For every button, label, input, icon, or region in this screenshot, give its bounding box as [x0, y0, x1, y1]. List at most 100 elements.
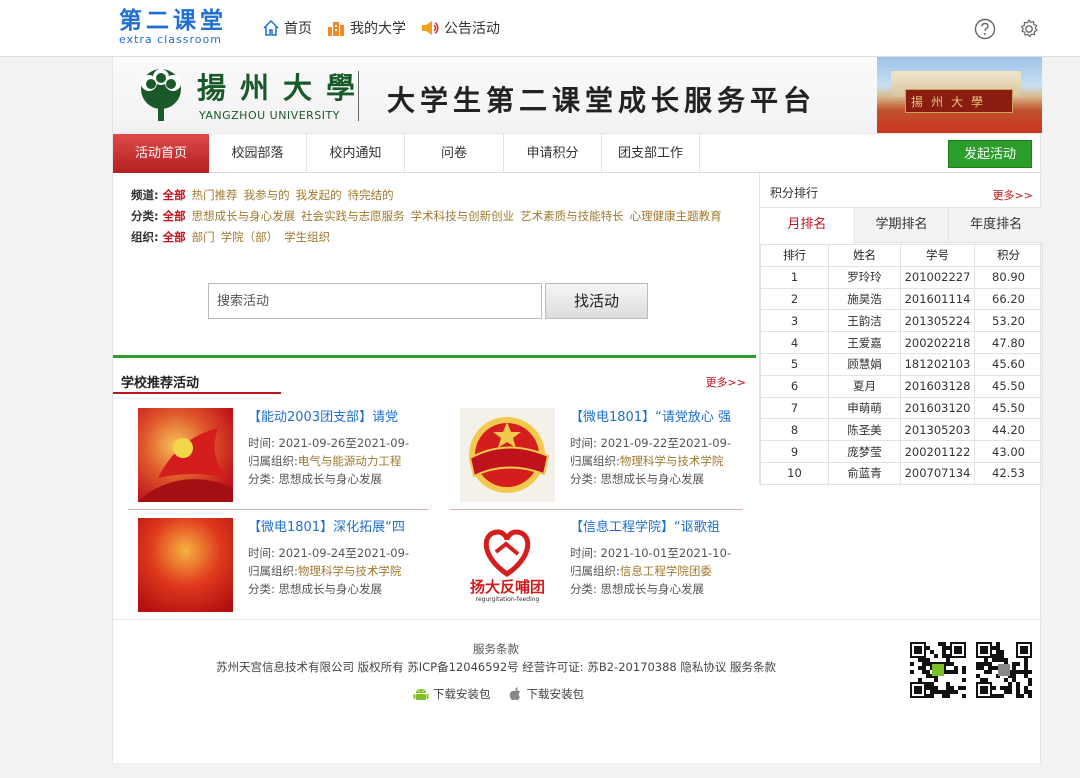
filter-option[interactable]: 待完结的	[348, 185, 394, 206]
settings-icon[interactable]	[1018, 18, 1040, 40]
recommended-more-link[interactable]: 更多>>	[706, 374, 746, 390]
org-value[interactable]: 物理科学与技术学院	[298, 564, 402, 578]
points-cell: 80.90	[974, 265, 1043, 289]
column-header: 姓名	[828, 244, 901, 267]
filter-all[interactable]: 全部	[163, 206, 186, 227]
org-value[interactable]: 电气与能源动力工程	[298, 454, 402, 468]
filter-option[interactable]: 学术科技与创新创业	[411, 206, 515, 227]
filter-option[interactable]: 社会实践与志愿服务	[301, 206, 405, 227]
university-name-en: YANGZHOU UNIVERSITY	[199, 109, 340, 122]
heart-logo-subtext: regurgitation-feeding	[475, 596, 540, 603]
cat-value: 思想成长与身心发展	[600, 582, 705, 596]
student-id-cell: 201002227	[900, 265, 975, 289]
filter-option[interactable]: 热门推荐	[192, 185, 238, 206]
points-cell: 43.00	[974, 440, 1043, 463]
tab-semester-ranking[interactable]: 学期排名	[853, 208, 949, 243]
filter-all[interactable]: 全部	[163, 227, 186, 248]
nav-home[interactable]: 首页	[262, 18, 312, 38]
points-cell: 53.20	[974, 309, 1043, 333]
student-id-cell: 200707134	[900, 461, 975, 485]
org-label: 归属组织:	[248, 564, 298, 578]
filter-all[interactable]: 全部	[163, 185, 186, 206]
table-row: 3 王韵洁 201305224 53.20	[760, 309, 1043, 333]
nav-announcements-label: 公告活动	[444, 21, 500, 37]
filter-option[interactable]: 艺术素质与技能特长	[520, 206, 624, 227]
filter-option[interactable]: 学院（部）	[221, 227, 279, 248]
org-value[interactable]: 物理科学与技术学院	[620, 454, 724, 468]
top-bar: 第二课堂 extra classroom 首页 我的大学 公告活动	[0, 0, 1080, 57]
banner-divider	[358, 71, 359, 121]
ranking-header-row: 排行 姓名 学号 积分	[760, 244, 1043, 267]
android-download-label: 下载安装包	[433, 687, 491, 701]
filter-option[interactable]: 我发起的	[296, 185, 342, 206]
youth-league-badge-image[interactable]	[460, 408, 555, 502]
points-cell: 42.53	[974, 461, 1043, 485]
tab-activity-home[interactable]: 活动首页	[113, 134, 209, 173]
tab-campus-notice[interactable]: 校内通知	[307, 134, 405, 173]
tab-league-branch[interactable]: 团支部工作	[602, 134, 700, 173]
name-cell: 庞梦莹	[828, 440, 901, 463]
filter-option[interactable]: 思想成长与身心发展	[192, 206, 296, 227]
activity-title[interactable]: 【微电1801】深化拓展“四	[248, 518, 428, 538]
column-header: 学号	[900, 244, 975, 267]
filter-option[interactable]: 部门	[192, 227, 215, 248]
red-background-image[interactable]	[138, 518, 233, 612]
table-row: 4 王爱嘉 200202218 47.80	[760, 331, 1043, 354]
gate-text: 揚州大學	[911, 95, 992, 109]
heart-logo-image[interactable]: 扬大反哺团 regurgitation-feeding	[460, 518, 555, 612]
ranking-header: 积分排行 更多>>	[760, 173, 1043, 208]
cat-label: 分类:	[570, 472, 597, 486]
ios-download-link[interactable]: 下载安装包	[507, 686, 584, 702]
university-name: 揚州大學	[197, 71, 370, 105]
rank-cell: 2	[760, 287, 829, 311]
ranking-more-link[interactable]: 更多>>	[993, 187, 1033, 203]
student-id-cell: 201603128	[900, 374, 975, 398]
activity-title[interactable]: 【能动2003团支部】请党	[248, 408, 428, 428]
tab-apply-points[interactable]: 申请积分	[504, 134, 602, 173]
time-value: 2021-09-24至2021-09-	[278, 546, 410, 560]
search-input[interactable]	[208, 283, 542, 319]
filter-option[interactable]: 学生组织	[284, 227, 330, 248]
party-flag-image[interactable]	[138, 408, 233, 502]
tab-questionnaire[interactable]: 问卷	[405, 134, 504, 173]
time-label: 时间:	[248, 546, 275, 560]
party-flag-graphic	[138, 428, 233, 502]
cat-label: 分类:	[248, 582, 275, 596]
points-cell: 45.60	[974, 352, 1043, 376]
launch-activity-button[interactable]: 发起活动	[948, 140, 1032, 168]
tab-monthly-ranking[interactable]: 月排名	[760, 208, 854, 243]
student-id-cell: 201601114	[900, 287, 975, 311]
column-header: 积分	[974, 244, 1043, 267]
activity-category: 分类: 思想成长与身心发展	[248, 470, 382, 488]
logo-subtext: extra classroom	[119, 33, 222, 46]
terms-link[interactable]: 服务条款	[113, 641, 879, 657]
nav-announcements[interactable]: 公告活动	[420, 18, 500, 38]
filter-category: 分类: 全部 思想成长与身心发展 社会实践与志愿服务 学术科技与创新创业 艺术素…	[131, 206, 751, 227]
ios-qr-code[interactable]	[976, 642, 1032, 698]
filter-option[interactable]: 我参与的	[244, 185, 290, 206]
activity-card: 扬大反哺团 regurgitation-feeding 【信息工程学院】“讴歌祖…	[450, 518, 750, 614]
activity-category: 分类: 思想成长与身心发展	[570, 470, 704, 488]
help-icon[interactable]	[974, 18, 996, 40]
android-qr-code[interactable]	[910, 642, 966, 698]
name-cell: 申萌萌	[828, 396, 901, 420]
university-emblem-icon	[141, 69, 181, 121]
tab-campus-tribe[interactable]: 校园部落	[209, 134, 307, 173]
site-logo[interactable]: 第二课堂 extra classroom	[119, 8, 227, 46]
time-label: 时间:	[248, 436, 275, 450]
activity-title[interactable]: 【微电1801】“请党放心 强	[570, 408, 750, 428]
search-button[interactable]: 找活动	[545, 283, 648, 319]
nav-my-university[interactable]: 我的大学	[326, 18, 406, 38]
filter-channel: 频道: 全部 热门推荐 我参与的 我发起的 待完结的	[131, 185, 751, 206]
table-row: 5 顾慧娟 181202103 45.60	[760, 352, 1043, 376]
org-value[interactable]: 信息工程学院团委	[620, 564, 712, 578]
activity-title[interactable]: 【信息工程学院】“讴歌祖	[570, 518, 750, 538]
activity-time: 时间: 2021-09-26至2021-09-	[248, 434, 409, 452]
points-cell: 45.50	[974, 396, 1043, 420]
ranking-table: 排行 姓名 学号 积分 1 罗玲玲 201002227 80.90 2 施昊浩 201601…	[760, 244, 1043, 485]
tab-yearly-ranking[interactable]: 年度排名	[948, 208, 1044, 243]
filter-option[interactable]: 心理健康主题教育	[630, 206, 722, 227]
android-download-link[interactable]: 下载安装包	[413, 686, 491, 702]
ranking-tabs: 月排名 学期排名 年度排名	[760, 208, 1044, 243]
activity-org: 归属组织:电气与能源动力工程	[248, 452, 401, 470]
